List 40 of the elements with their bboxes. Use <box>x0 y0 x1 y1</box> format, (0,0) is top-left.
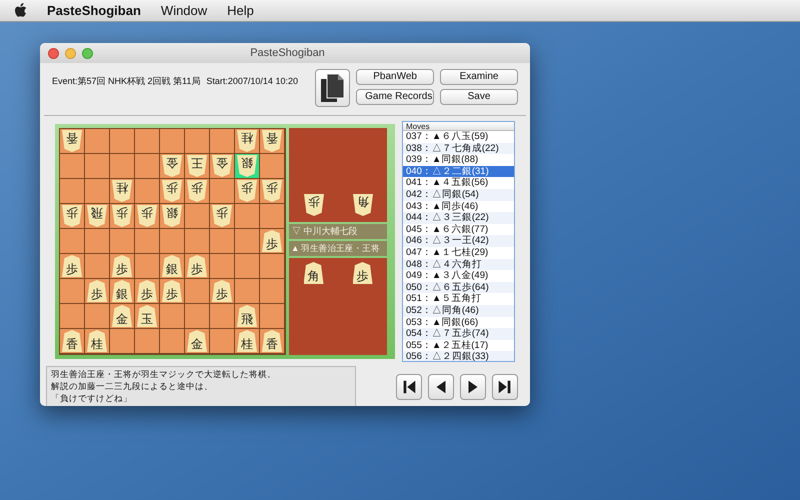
move-item[interactable]: 056：△２四銀(33) <box>403 351 514 361</box>
navigation-button[interactable] <box>460 374 486 400</box>
window-title: PasteShogiban <box>249 46 326 61</box>
move-item[interactable]: 048：△４六角打 <box>403 258 514 270</box>
navigation-button[interactable] <box>396 374 422 400</box>
shogi-piece[interactable]: 歩 <box>352 262 372 284</box>
menu-item[interactable]: Help <box>227 0 254 20</box>
player-name: ▲ 羽生善治王座・王将 <box>289 241 387 256</box>
move-item[interactable]: 054：△７五歩(74) <box>403 328 514 340</box>
move-item[interactable]: 050：△６五歩(64) <box>403 282 514 294</box>
documents-icon <box>318 73 347 103</box>
move-item[interactable]: 044：△３三銀(22) <box>403 212 514 224</box>
player-name: ▽ 中川大輔七段 <box>289 224 387 239</box>
copy-button[interactable] <box>315 69 350 107</box>
move-item[interactable]: 046：△３一王(42) <box>403 235 514 247</box>
close-icon[interactable] <box>48 48 59 58</box>
shogi-piece[interactable]: 角 <box>304 262 324 284</box>
comment-line: 羽生善治王座・王将が羽生マジックで大逆転した将棋。 <box>51 368 277 380</box>
toolbar-button[interactable]: PbanWeb <box>356 69 434 85</box>
menu-item[interactable]: PasteShogiban <box>47 0 141 20</box>
column-header: Moves <box>403 122 514 131</box>
shogi-piece[interactable]: 角 <box>352 194 372 216</box>
navigation-button[interactable] <box>492 374 518 400</box>
comment-line: 解説の加藤一二三九段によると途中は、 <box>51 380 214 392</box>
move-item[interactable]: 040：△２二銀(31) <box>403 166 514 178</box>
minimize-icon[interactable] <box>65 48 76 58</box>
move-item[interactable]: 038：△７七角成(22) <box>403 142 514 154</box>
menu-item[interactable]: Window <box>160 0 208 20</box>
shogi-piece[interactable]: 歩 <box>304 194 324 216</box>
zoom-icon[interactable] <box>82 48 93 58</box>
toolbar-button[interactable]: Game Records <box>356 89 434 105</box>
navigation-button[interactable] <box>428 374 454 400</box>
event-label: Event:第57回 NHK杯戦 2回戦 第11局 <box>52 75 200 88</box>
start-label: Start:2007/10/14 10:20 <box>206 75 299 88</box>
toolbar-button[interactable]: Examine <box>440 69 518 85</box>
move-item[interactable]: 042：△同銀(54) <box>403 188 514 201</box>
apple-icon[interactable] <box>14 3 27 18</box>
toolbar-button[interactable]: Save <box>440 89 518 105</box>
move-item[interactable]: 052：△同角(46) <box>403 304 514 316</box>
comment-line: 「負けですけどね」 <box>51 392 133 404</box>
